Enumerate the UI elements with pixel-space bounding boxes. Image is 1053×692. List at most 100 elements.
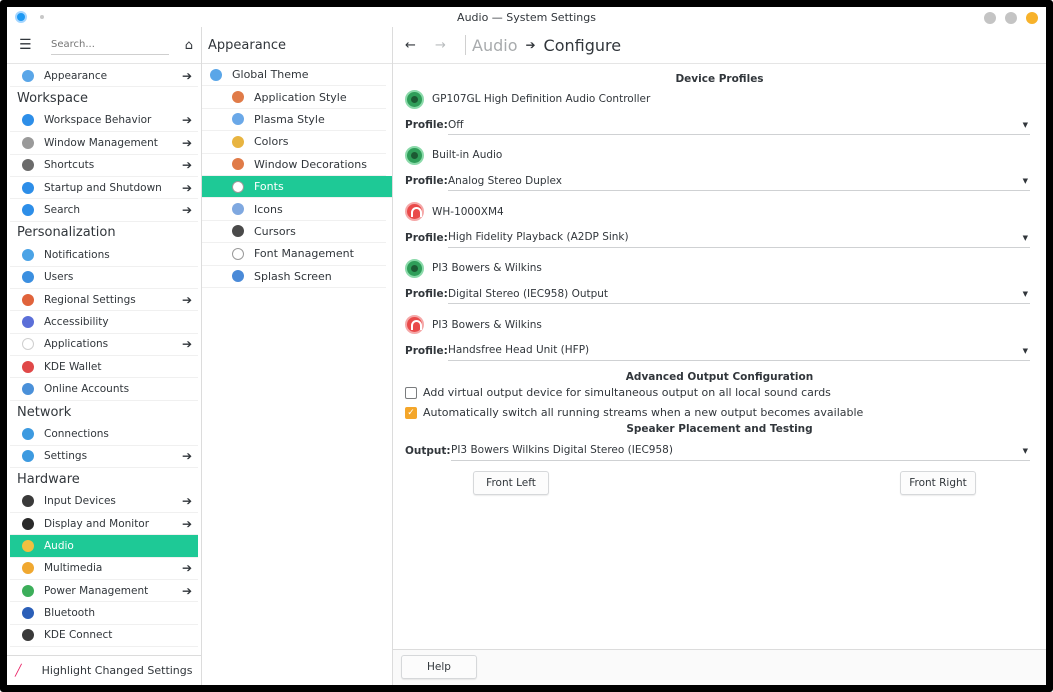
window-management-icon xyxy=(22,136,34,149)
sidebar-item-applications[interactable]: Applications ➔ xyxy=(10,334,198,357)
input-devices-icon xyxy=(22,495,34,508)
checkbox[interactable] xyxy=(405,386,417,399)
sidebar-item-label: Window Management xyxy=(44,136,158,149)
appearance-icon xyxy=(22,69,34,82)
sidebar-item-label: Settings xyxy=(44,450,88,463)
dropdown-caret-icon: ▼ xyxy=(1022,446,1028,455)
search-field[interactable] xyxy=(51,35,169,55)
appearance-item-fonts[interactable]: Fonts xyxy=(202,175,392,199)
sidebar-item-label: Audio xyxy=(44,539,74,552)
help-button[interactable]: Help xyxy=(401,655,477,679)
sidebar-item-bluetooth[interactable]: Bluetooth xyxy=(10,602,198,625)
appearance-item-global-theme[interactable]: Global Theme xyxy=(202,64,386,87)
device-row: WH-1000XM4 xyxy=(393,198,1046,226)
appearance-item-window-decorations[interactable]: Window Decorations xyxy=(202,154,386,176)
appearance-panel: Appearance Global Theme Application Style… xyxy=(202,27,393,685)
sidebar-item-label: Startup and Shutdown xyxy=(44,181,162,194)
chevron-right-icon[interactable]: ➔ xyxy=(182,158,192,172)
sidebar-item-notifications[interactable]: Notifications xyxy=(10,244,198,267)
network-settings-icon xyxy=(22,450,34,463)
chevron-right-icon[interactable]: ➔ xyxy=(182,584,192,598)
chevron-right-icon[interactable]: ➔ xyxy=(182,203,192,217)
sidebar-item-multimedia[interactable]: Multimedia ➔ xyxy=(10,558,198,580)
forward-arrow-icon[interactable]: → xyxy=(435,38,465,53)
sidebar-item-kde-connect[interactable]: KDE Connect xyxy=(10,625,198,648)
chevron-right-icon[interactable]: ➔ xyxy=(182,136,192,150)
front-left-button[interactable]: Front Left xyxy=(473,470,549,495)
maximize-button[interactable] xyxy=(1005,12,1017,24)
highlight-changed-settings-button[interactable]: ╱ Highlight Changed Settings xyxy=(7,655,202,685)
pin-icon[interactable] xyxy=(40,15,44,19)
profile-select[interactable]: High Fidelity Playback (A2DP Sink) ▼ xyxy=(448,228,1030,248)
appearance-item-label: Fonts xyxy=(254,180,284,194)
sidebar-item-connections[interactable]: Connections xyxy=(10,423,198,446)
home-icon[interactable]: ⌂ xyxy=(185,38,193,53)
sidebar-item-display-and-monitor[interactable]: Display and Monitor ➔ xyxy=(10,513,198,536)
sidebar-item-users[interactable]: Users xyxy=(10,267,198,289)
app-icon[interactable] xyxy=(15,11,27,23)
sidebar-item-label: Shortcuts xyxy=(44,159,95,172)
appearance-item-plasma-style[interactable]: Plasma Style xyxy=(202,109,386,132)
checkbox-row[interactable]: ✓ Automatically switch all running stream… xyxy=(405,403,1046,423)
profile-select[interactable]: Handsfree Head Unit (HFP) ▼ xyxy=(448,341,1030,361)
chevron-right-icon[interactable]: ➔ xyxy=(182,113,192,127)
chevron-right-icon[interactable]: ➔ xyxy=(182,449,192,463)
appearance-item-label: Window Decorations xyxy=(254,157,367,171)
chevron-right-icon[interactable]: ➔ xyxy=(182,517,192,531)
checkbox-row[interactable]: Add virtual output device for simultaneo… xyxy=(405,383,1046,403)
sidebar-item-workspace-behavior[interactable]: Workspace Behavior ➔ xyxy=(10,110,198,133)
appearance-item-application-style[interactable]: Application Style xyxy=(202,86,386,109)
multimedia-icon xyxy=(22,562,34,575)
sidebar-item-power-management[interactable]: Power Management ➔ xyxy=(10,580,198,603)
front-right-button[interactable]: Front Right xyxy=(900,470,976,495)
sidebar-item-window-management[interactable]: Window Management ➔ xyxy=(10,132,198,155)
appearance-item-colors[interactable]: Colors xyxy=(202,131,386,154)
hamburger-menu-icon[interactable]: ☰ xyxy=(19,38,33,52)
chevron-right-icon[interactable]: ➔ xyxy=(182,561,192,575)
output-label: Output: xyxy=(405,444,451,457)
chevron-right-icon[interactable]: ➔ xyxy=(182,293,192,307)
sidebar-item-online-accounts[interactable]: Online Accounts xyxy=(10,378,198,401)
sidebar-item-startup-and-shutdown[interactable]: Startup and Shutdown ➔ xyxy=(10,177,198,200)
application-style-icon xyxy=(232,91,244,104)
device-row: PI3 Bowers & Wilkins xyxy=(393,254,1046,282)
sidebar-item-appearance[interactable]: Appearance ➔ xyxy=(10,65,198,88)
workspace-behavior-icon xyxy=(22,114,34,127)
sidebar-item-settings[interactable]: Settings ➔ xyxy=(10,446,198,469)
chevron-right-icon[interactable]: ➔ xyxy=(182,181,192,195)
close-button[interactable] xyxy=(1026,12,1038,24)
sidebar-item-label: Search xyxy=(44,204,81,217)
checkbox[interactable]: ✓ xyxy=(405,406,417,419)
breadcrumb-audio[interactable]: Audio xyxy=(472,36,517,55)
main-footer: Help xyxy=(393,649,1046,685)
main-content: ← → Audio ➔ Configure Device Profiles GP… xyxy=(393,27,1046,685)
sidebar-item-label: Multimedia xyxy=(44,562,103,575)
sidebar-item-accessibility[interactable]: Accessibility xyxy=(10,311,198,334)
output-select[interactable]: PI3 Bowers Wilkins Digital Stereo (IEC95… xyxy=(451,441,1030,461)
appearance-item-cursors[interactable]: Cursors xyxy=(202,221,386,244)
profile-select[interactable]: Off ▼ xyxy=(448,115,1030,135)
chevron-right-icon[interactable]: ➔ xyxy=(182,337,192,351)
category-network: Network xyxy=(17,404,72,420)
sidebar-item-input-devices[interactable]: Input Devices ➔ xyxy=(10,490,198,513)
online-accounts-icon xyxy=(22,383,34,396)
search-input[interactable] xyxy=(51,39,169,50)
sidebar-item-audio[interactable]: Audio xyxy=(10,535,198,558)
sidebar-item-search[interactable]: Search ➔ xyxy=(10,199,198,222)
sidebar-item-shortcuts[interactable]: Shortcuts ➔ xyxy=(10,155,198,177)
sidebar-item-kde-wallet[interactable]: KDE Wallet xyxy=(10,356,198,379)
appearance-item-splash-screen[interactable]: Splash Screen xyxy=(202,266,386,288)
appearance-item-font-management[interactable]: Font Management xyxy=(202,243,386,266)
profile-value: Handsfree Head Unit (HFP) xyxy=(448,344,590,357)
sidebar: ☰ ⌂ Appearance ➔ Workspace Workspace Behavi… xyxy=(7,27,202,685)
appearance-item-icons[interactable]: Icons xyxy=(202,198,386,221)
sidebar-item-regional-settings[interactable]: Regional Settings ➔ xyxy=(10,289,198,312)
back-arrow-icon[interactable]: ← xyxy=(405,38,435,53)
device-name: PI3 Bowers & Wilkins xyxy=(432,318,542,331)
sidebar-item-label: Bluetooth xyxy=(44,607,95,620)
profile-select[interactable]: Analog Stereo Duplex ▼ xyxy=(448,171,1030,192)
minimize-button[interactable] xyxy=(984,12,996,24)
profile-select[interactable]: Digital Stereo (IEC958) Output ▼ xyxy=(448,284,1030,305)
chevron-right-icon[interactable]: ➔ xyxy=(182,494,192,508)
chevron-right-icon[interactable]: ➔ xyxy=(182,69,192,83)
